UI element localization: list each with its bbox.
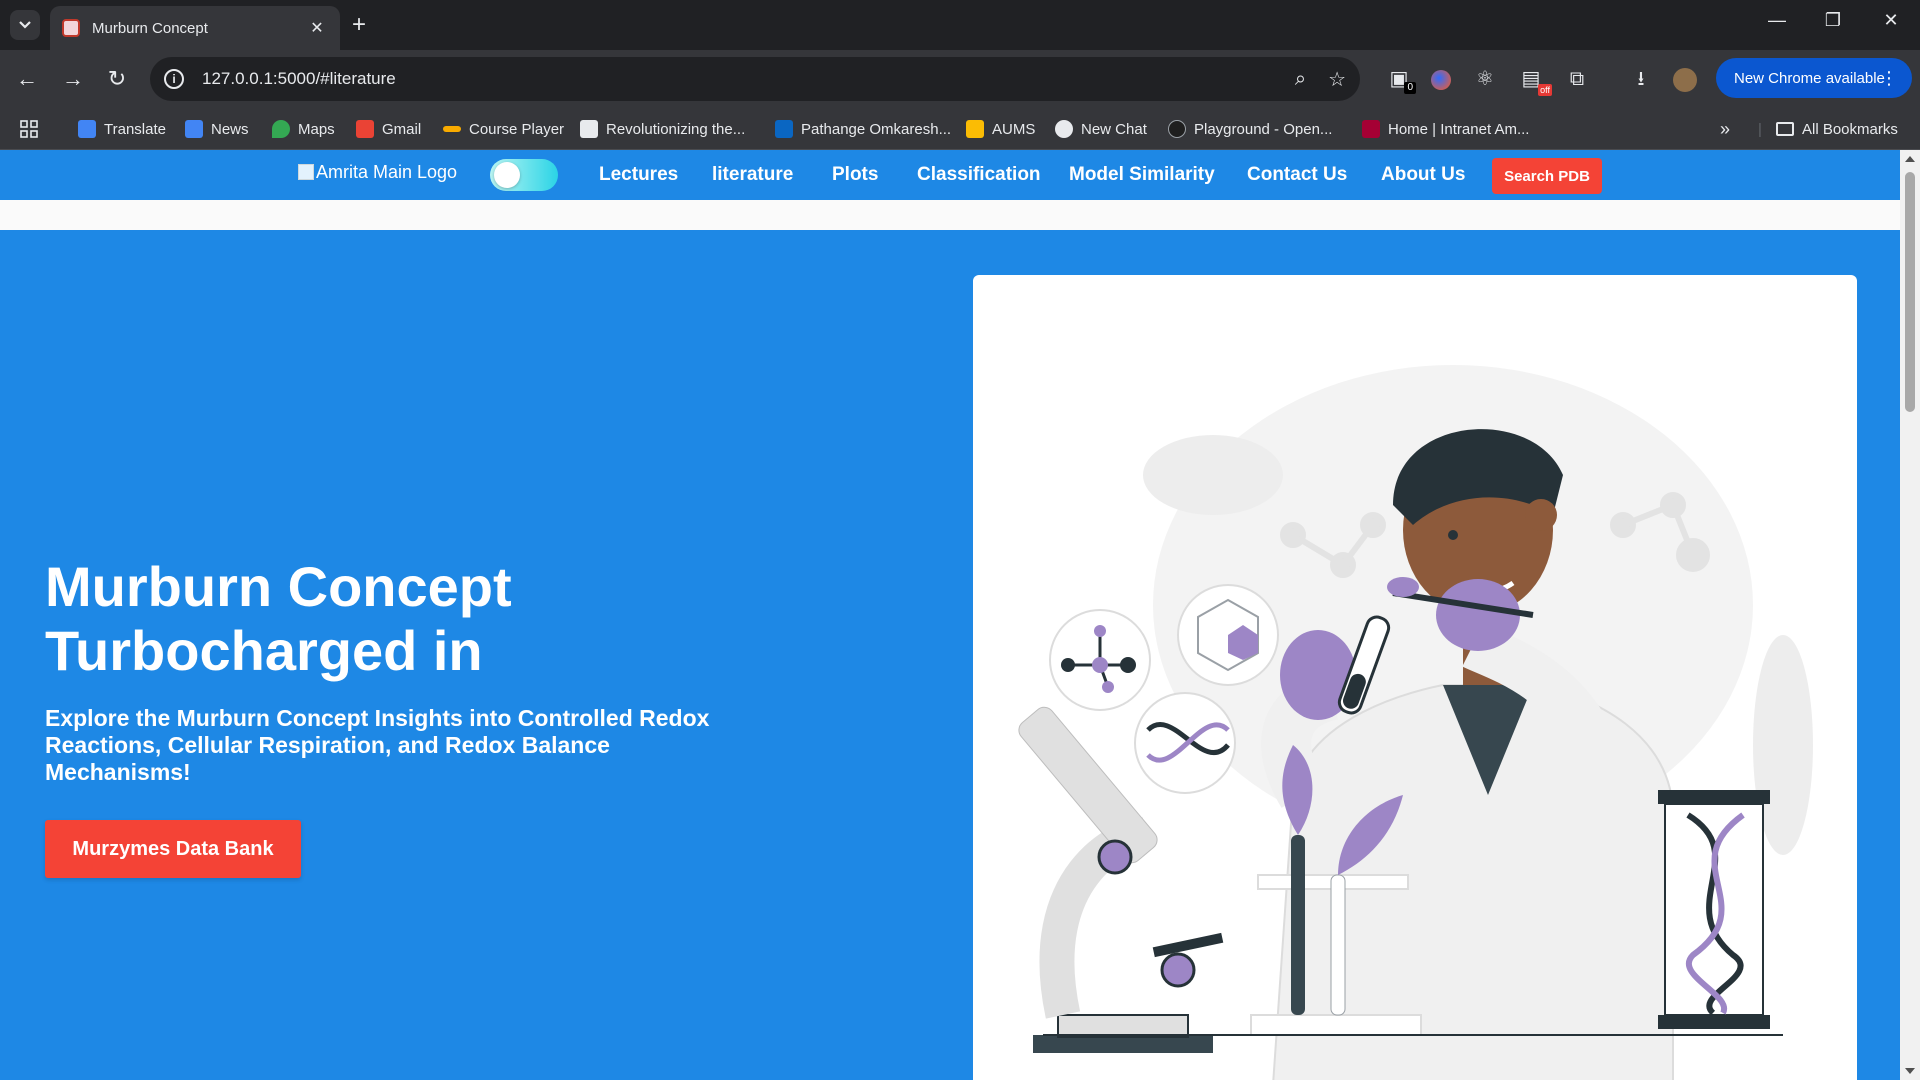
new-chrome-label: New Chrome available — [1734, 69, 1885, 87]
browser-tab-strip: Murburn Concept ✕ + — ❐ ✕ — [0, 0, 1920, 50]
new-tab-button[interactable]: + — [352, 12, 366, 38]
bookmark-aums[interactable]: AUMS — [966, 116, 1035, 142]
nav-lectures[interactable]: Lectures — [599, 164, 678, 186]
tab-close-icon[interactable]: ✕ — [306, 18, 328, 38]
browser-toolbar: ← → ↻ i 127.0.0.1:5000/#literature ⌕ ☆ ▣… — [0, 50, 1920, 108]
tab-search-button[interactable] — [10, 10, 40, 40]
extension-badge-count: 0 — [1404, 82, 1416, 94]
all-bookmarks-label: All Bookmarks — [1802, 120, 1898, 138]
clipboard-off-icon[interactable]: ▤ off — [1518, 66, 1552, 96]
scroll-up-icon[interactable] — [1905, 156, 1915, 162]
nav-literature[interactable]: literature — [712, 164, 793, 186]
translate-icon — [78, 120, 96, 138]
apps-grid-icon[interactable] — [20, 116, 38, 142]
intranet-icon — [1362, 120, 1380, 138]
bookmark-translate[interactable]: Translate — [78, 116, 166, 142]
firefox-ext-icon[interactable] — [1428, 66, 1454, 92]
all-bookmarks[interactable]: All Bookmarks — [1776, 116, 1898, 142]
bookmark-label: Revolutionizing the... — [606, 120, 746, 138]
bookmark-news[interactable]: News — [185, 116, 249, 142]
toggle-knob — [494, 162, 520, 188]
page-scrollbar[interactable] — [1900, 150, 1920, 1080]
murzymes-data-bank-button[interactable]: Murzymes Data Bank — [45, 820, 301, 878]
bookmark-label: Translate — [104, 120, 166, 138]
forward-icon[interactable]: → — [58, 64, 88, 94]
hero-title-line1: Murburn Concept — [45, 555, 512, 618]
bookmark-new-chat[interactable]: New Chat — [1055, 116, 1147, 142]
site-icon — [580, 120, 598, 138]
linkedin-icon — [775, 120, 793, 138]
bookmark-linkedin[interactable]: Pathange Omkaresh... — [775, 116, 951, 142]
tab-title: Murburn Concept — [92, 19, 208, 37]
scientist-illustration — [973, 275, 1857, 1080]
nav-plots[interactable]: Plots — [832, 164, 878, 186]
bookmark-label: Home | Intranet Am... — [1388, 120, 1530, 138]
new-chrome-available-button[interactable]: New Chrome available ⋮ — [1716, 58, 1912, 98]
bookmark-intranet[interactable]: Home | Intranet Am... — [1362, 116, 1529, 142]
nav-classification[interactable]: Classification — [917, 164, 1041, 186]
navbar-spacer — [0, 200, 1900, 230]
bookmark-revolutionizing[interactable]: Revolutionizing the... — [580, 116, 745, 142]
bookmark-playground[interactable]: Playground - Open... — [1168, 116, 1332, 142]
reload-icon[interactable]: ↻ — [102, 64, 132, 94]
chevron-down-icon — [19, 21, 31, 29]
chrome-menu-icon[interactable]: ⋮ — [1880, 68, 1898, 89]
gmail-icon — [356, 120, 374, 138]
site-info-icon[interactable]: i — [164, 69, 184, 89]
bookmark-course-player[interactable]: Course Player — [443, 116, 564, 142]
hero-subtitle: Explore the Murburn Concept Insights int… — [45, 705, 710, 785]
browser-tab-active[interactable]: Murburn Concept ✕ — [50, 6, 340, 50]
bookmark-label: New Chat — [1081, 120, 1147, 138]
web-page: Amrita Main Logo Lectures literature Plo… — [0, 150, 1900, 1080]
bookmark-label: Playground - Open... — [1194, 120, 1333, 138]
news-icon — [185, 120, 203, 138]
amrita-logo[interactable]: Amrita Main Logo — [298, 162, 457, 183]
logo-alt-text: Amrita Main Logo — [316, 162, 458, 182]
download-icon[interactable]: ⭳ — [1628, 66, 1654, 92]
close-window-icon[interactable]: ✕ — [1876, 10, 1906, 31]
folder-icon — [1776, 122, 1794, 136]
scientist-lab-illustration — [1018, 365, 1813, 1080]
openai-icon — [1168, 120, 1186, 138]
more-bookmarks-icon[interactable]: » — [1720, 116, 1730, 142]
openai-icon — [1055, 120, 1073, 138]
puzzle-extensions-icon[interactable]: ⧉ — [1564, 66, 1590, 92]
course-player-icon — [443, 126, 461, 132]
minimize-icon[interactable]: — — [1762, 10, 1792, 31]
bookmark-label: Maps — [298, 120, 335, 138]
nav-model-similarity[interactable]: Model Similarity — [1069, 164, 1215, 186]
zoom-icon[interactable]: ⌕ — [1295, 68, 1306, 91]
hero-title-line2: Turbocharged in — [45, 619, 483, 682]
bookmark-label: Course Player — [469, 120, 565, 138]
restore-icon[interactable]: ❐ — [1818, 10, 1848, 31]
search-pdb-button[interactable]: Search PDB — [1492, 158, 1602, 194]
scroll-down-icon[interactable] — [1905, 1068, 1915, 1074]
bookmark-label: Pathange Omkaresh... — [801, 120, 952, 138]
broken-image-icon — [298, 164, 314, 180]
bookmarks-divider: | — [1758, 120, 1762, 138]
bookmarks-bar: Translate News Maps Gmail Course Player … — [0, 108, 1920, 150]
react-devtools-icon[interactable]: ⚛ — [1472, 66, 1498, 92]
profile-avatar[interactable] — [1672, 66, 1698, 92]
bookmark-gmail[interactable]: Gmail — [356, 116, 421, 142]
url-text[interactable]: 127.0.0.1:5000/#literature — [202, 69, 1273, 89]
bookmark-maps[interactable]: Maps — [272, 116, 335, 142]
bookmark-star-icon[interactable]: ☆ — [1328, 67, 1346, 92]
extension-counter-icon[interactable]: ▣ 0 — [1386, 66, 1416, 94]
bookmark-label: News — [211, 120, 249, 138]
site-navbar: Amrita Main Logo Lectures literature Plo… — [0, 150, 1900, 200]
aums-icon — [966, 120, 984, 138]
scrollbar-thumb[interactable] — [1905, 172, 1915, 412]
extension-badge-off: off — [1538, 84, 1552, 96]
bookmark-label: AUMS — [992, 120, 1036, 138]
nav-about-us[interactable]: About Us — [1381, 164, 1465, 186]
hero-title: Murburn Concept Turbocharged in — [45, 555, 745, 683]
address-bar[interactable]: i 127.0.0.1:5000/#literature ⌕ ☆ — [150, 57, 1360, 101]
site-favicon-icon — [62, 19, 80, 37]
theme-toggle[interactable] — [490, 159, 558, 191]
maps-pin-icon — [272, 120, 290, 138]
back-icon[interactable]: ← — [12, 64, 42, 94]
nav-contact-us[interactable]: Contact Us — [1247, 164, 1347, 186]
bookmark-label: Gmail — [382, 120, 422, 138]
